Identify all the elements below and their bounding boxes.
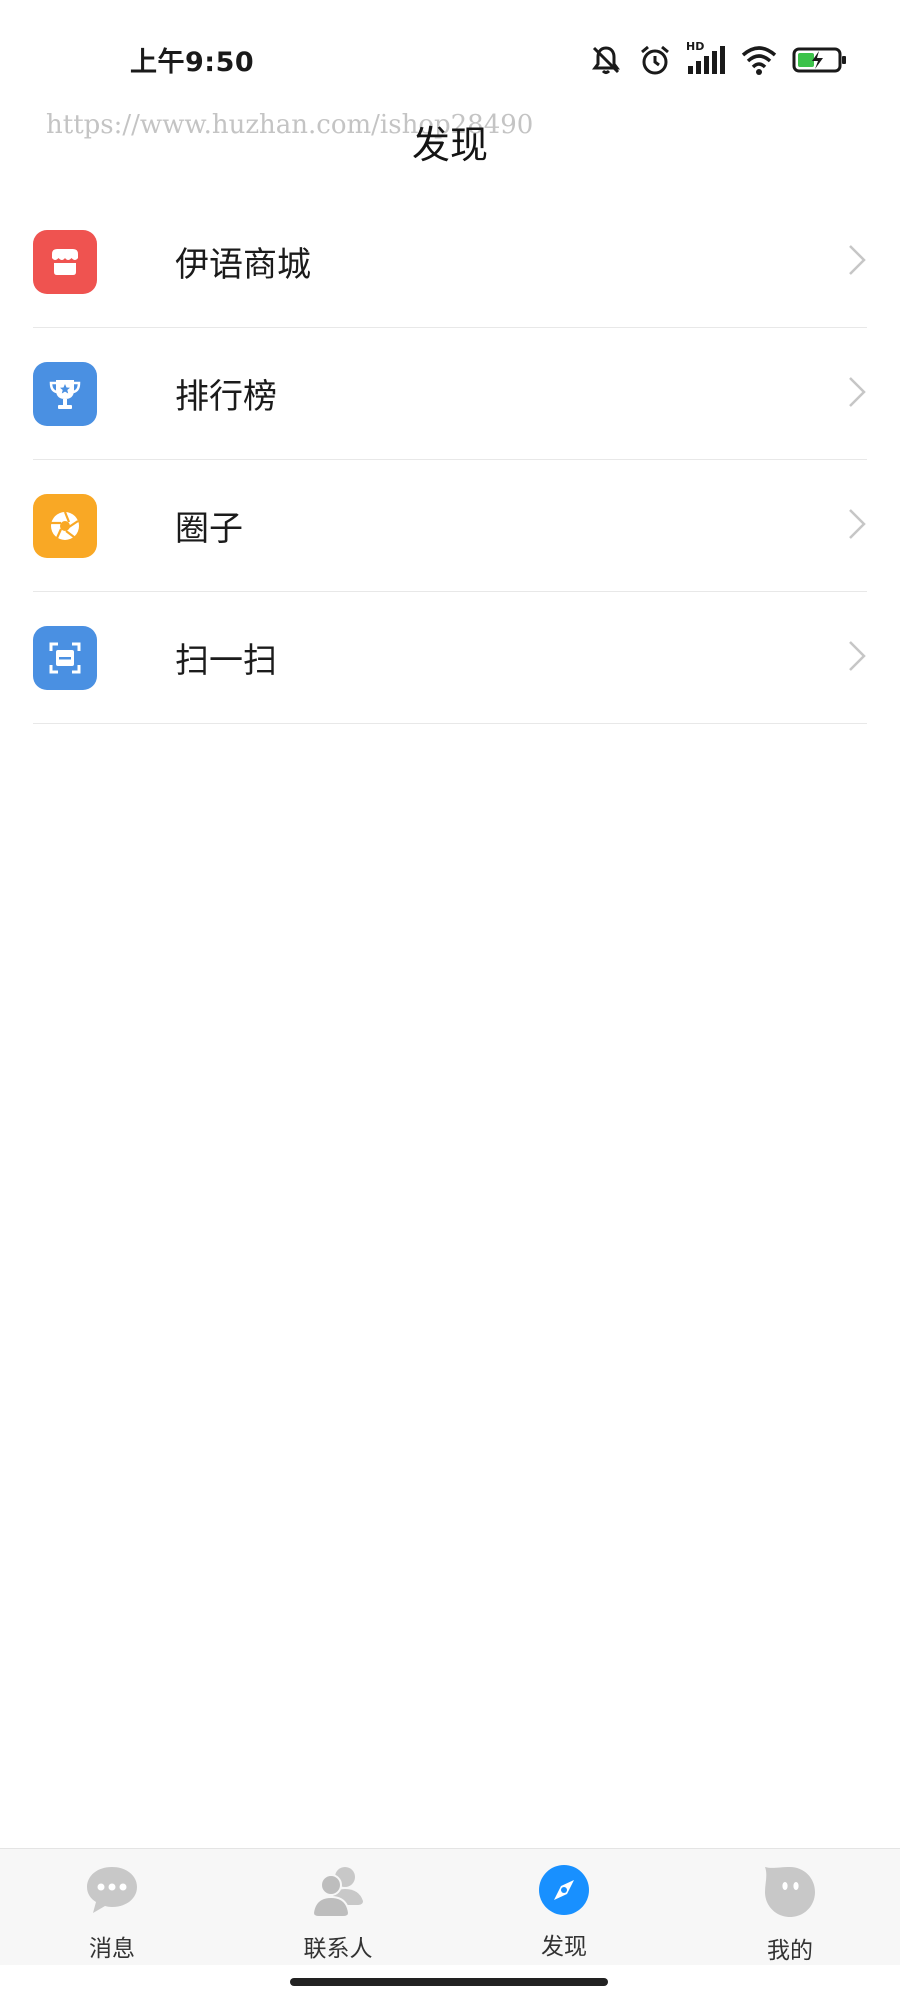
menu-item-label: 伊语商城 (175, 245, 311, 285)
tab-contacts[interactable]: 联系人 (238, 1849, 438, 1965)
status-time: 上午9:50 (130, 47, 255, 78)
trophy-icon (33, 361, 97, 426)
menu-item-circle[interactable]: 圈子 (33, 460, 867, 592)
contacts-icon (309, 1863, 367, 1923)
menu-item-ranking[interactable]: 排行榜 (33, 328, 867, 460)
tab-discover[interactable]: 发现 (464, 1849, 664, 1965)
chevron-right-icon (847, 243, 867, 281)
menu-item-label: 扫一扫 (175, 641, 277, 681)
chevron-right-icon (847, 639, 867, 677)
status-bar: 上午9:50 HD (0, 0, 900, 110)
page-title: 发现 (411, 123, 488, 167)
tab-profile[interactable]: 我的 (690, 1849, 890, 1965)
chat-bubble-icon (84, 1863, 140, 1921)
aperture-icon (33, 493, 97, 558)
bell-muted-icon (588, 42, 624, 78)
compass-icon (537, 1863, 591, 1921)
chevron-right-icon (847, 375, 867, 413)
signal-icon: HD (686, 40, 726, 76)
wifi-icon (740, 44, 778, 76)
hd-label: HD (686, 40, 705, 53)
status-icons: HD (588, 40, 848, 80)
scan-icon (33, 625, 97, 690)
menu-item-shop[interactable]: 伊语商城 (33, 196, 867, 328)
bottom-nav: 消息 联系人 发现 我的 (0, 1848, 900, 1965)
tab-label: 联系人 (303, 1936, 373, 1962)
tab-label: 发现 (541, 1934, 587, 1960)
tab-messages[interactable]: 消息 (12, 1849, 212, 1965)
battery-charging-icon (792, 45, 848, 75)
tab-label: 消息 (89, 1936, 135, 1962)
menu-item-label: 圈子 (175, 509, 243, 549)
menu-item-label: 排行榜 (175, 377, 277, 417)
profile-face-icon (762, 1863, 818, 1923)
menu-item-scan[interactable]: 扫一扫 (33, 592, 867, 724)
tab-label: 我的 (767, 1938, 813, 1964)
alarm-icon (638, 43, 672, 77)
chevron-right-icon (847, 507, 867, 545)
shop-icon (33, 229, 97, 294)
home-indicator[interactable] (290, 1978, 608, 1986)
discover-menu-list: 伊语商城 排行榜 圈子 扫一扫 (33, 196, 867, 724)
